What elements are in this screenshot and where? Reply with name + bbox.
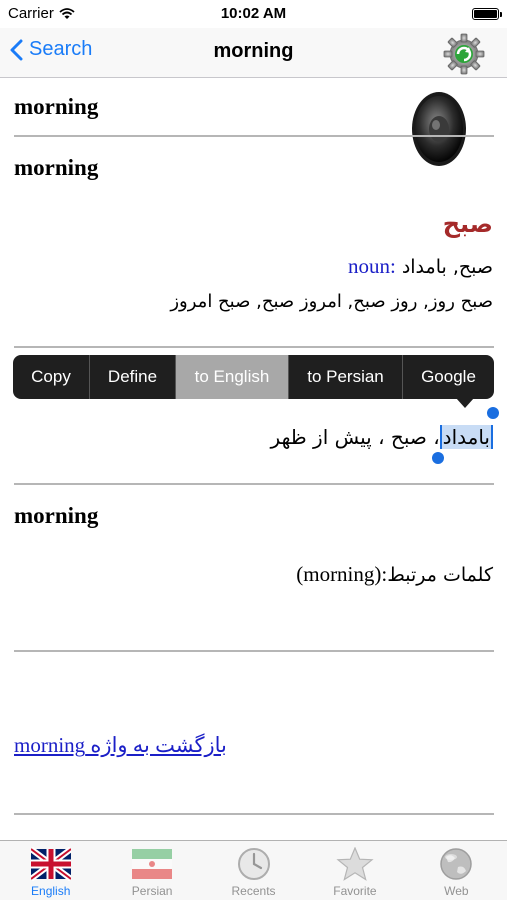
tab-label: Favorite [333, 884, 377, 898]
speaker-icon[interactable] [410, 90, 468, 168]
uk-flag-icon [30, 847, 71, 881]
headword-secondary: morning [14, 155, 99, 180]
menu-item-google[interactable]: Google [403, 355, 494, 399]
meaning-line: صبح, بامداد noun: [348, 254, 493, 279]
selection-handle-end[interactable] [432, 452, 444, 464]
tab-bar: English Persian Recents Favorite Web [0, 840, 507, 900]
divider [14, 650, 494, 652]
related-words-label: کلمات مرتبط:(morning) [14, 562, 493, 587]
globe-icon [440, 848, 473, 880]
divider [14, 135, 494, 137]
selected-text-line: بامداد ، صبح ، پیش از ظهر [271, 425, 493, 449]
related-label-latin: :(morning) [296, 562, 388, 586]
edit-menu: Copy Define to English to Persian Google [13, 355, 494, 399]
back-to-word-link[interactable]: بازگشت به واژه morning [14, 733, 227, 758]
headword: morning [14, 94, 99, 119]
related-label-persian: کلمات مرتبط [387, 564, 493, 586]
tab-label: English [31, 884, 71, 898]
divider [14, 346, 494, 348]
translation-text: ، صبح ، پیش از ظهر [270, 425, 440, 449]
navigation-bar: Search morning [0, 28, 507, 78]
tab-web[interactable]: Web [406, 841, 507, 900]
clock-icon [237, 848, 270, 880]
tab-recents[interactable]: Recents [203, 841, 304, 900]
examples-text: صبح روز, روز صبح, امروز صبح, صبح امروز [170, 291, 493, 312]
battery-icon [472, 8, 502, 20]
selection-handle-start[interactable] [487, 407, 499, 419]
menu-item-define[interactable]: Define [90, 355, 176, 399]
gear-refresh-icon[interactable] [443, 33, 485, 75]
menu-item-copy[interactable]: Copy [13, 355, 90, 399]
star-icon [336, 847, 374, 881]
divider [14, 483, 494, 485]
page-title: morning [213, 40, 294, 62]
iran-flag-icon [132, 849, 173, 879]
related-headword: morning [14, 503, 99, 528]
tab-english[interactable]: English [0, 841, 101, 900]
status-bar: Carrier 10:02 AM [0, 0, 507, 28]
menu-item-to-english[interactable]: to English [176, 355, 289, 399]
part-of-speech: noun: [347, 254, 396, 278]
status-time: 10:02 AM [220, 5, 287, 22]
meanings-text: صبح, بامداد [401, 256, 493, 278]
tab-persian[interactable]: Persian [101, 841, 202, 900]
selected-word[interactable]: بامداد [439, 425, 493, 449]
menu-item-to-persian[interactable]: to Persian [289, 355, 403, 399]
tab-label: Web [444, 884, 469, 898]
tab-label: Recents [231, 884, 276, 898]
edit-menu-arrow [456, 398, 474, 408]
divider [14, 813, 494, 815]
persian-heading: صبح [442, 210, 493, 238]
tab-favorite[interactable]: Favorite [304, 841, 405, 900]
tab-label: Persian [131, 884, 173, 898]
